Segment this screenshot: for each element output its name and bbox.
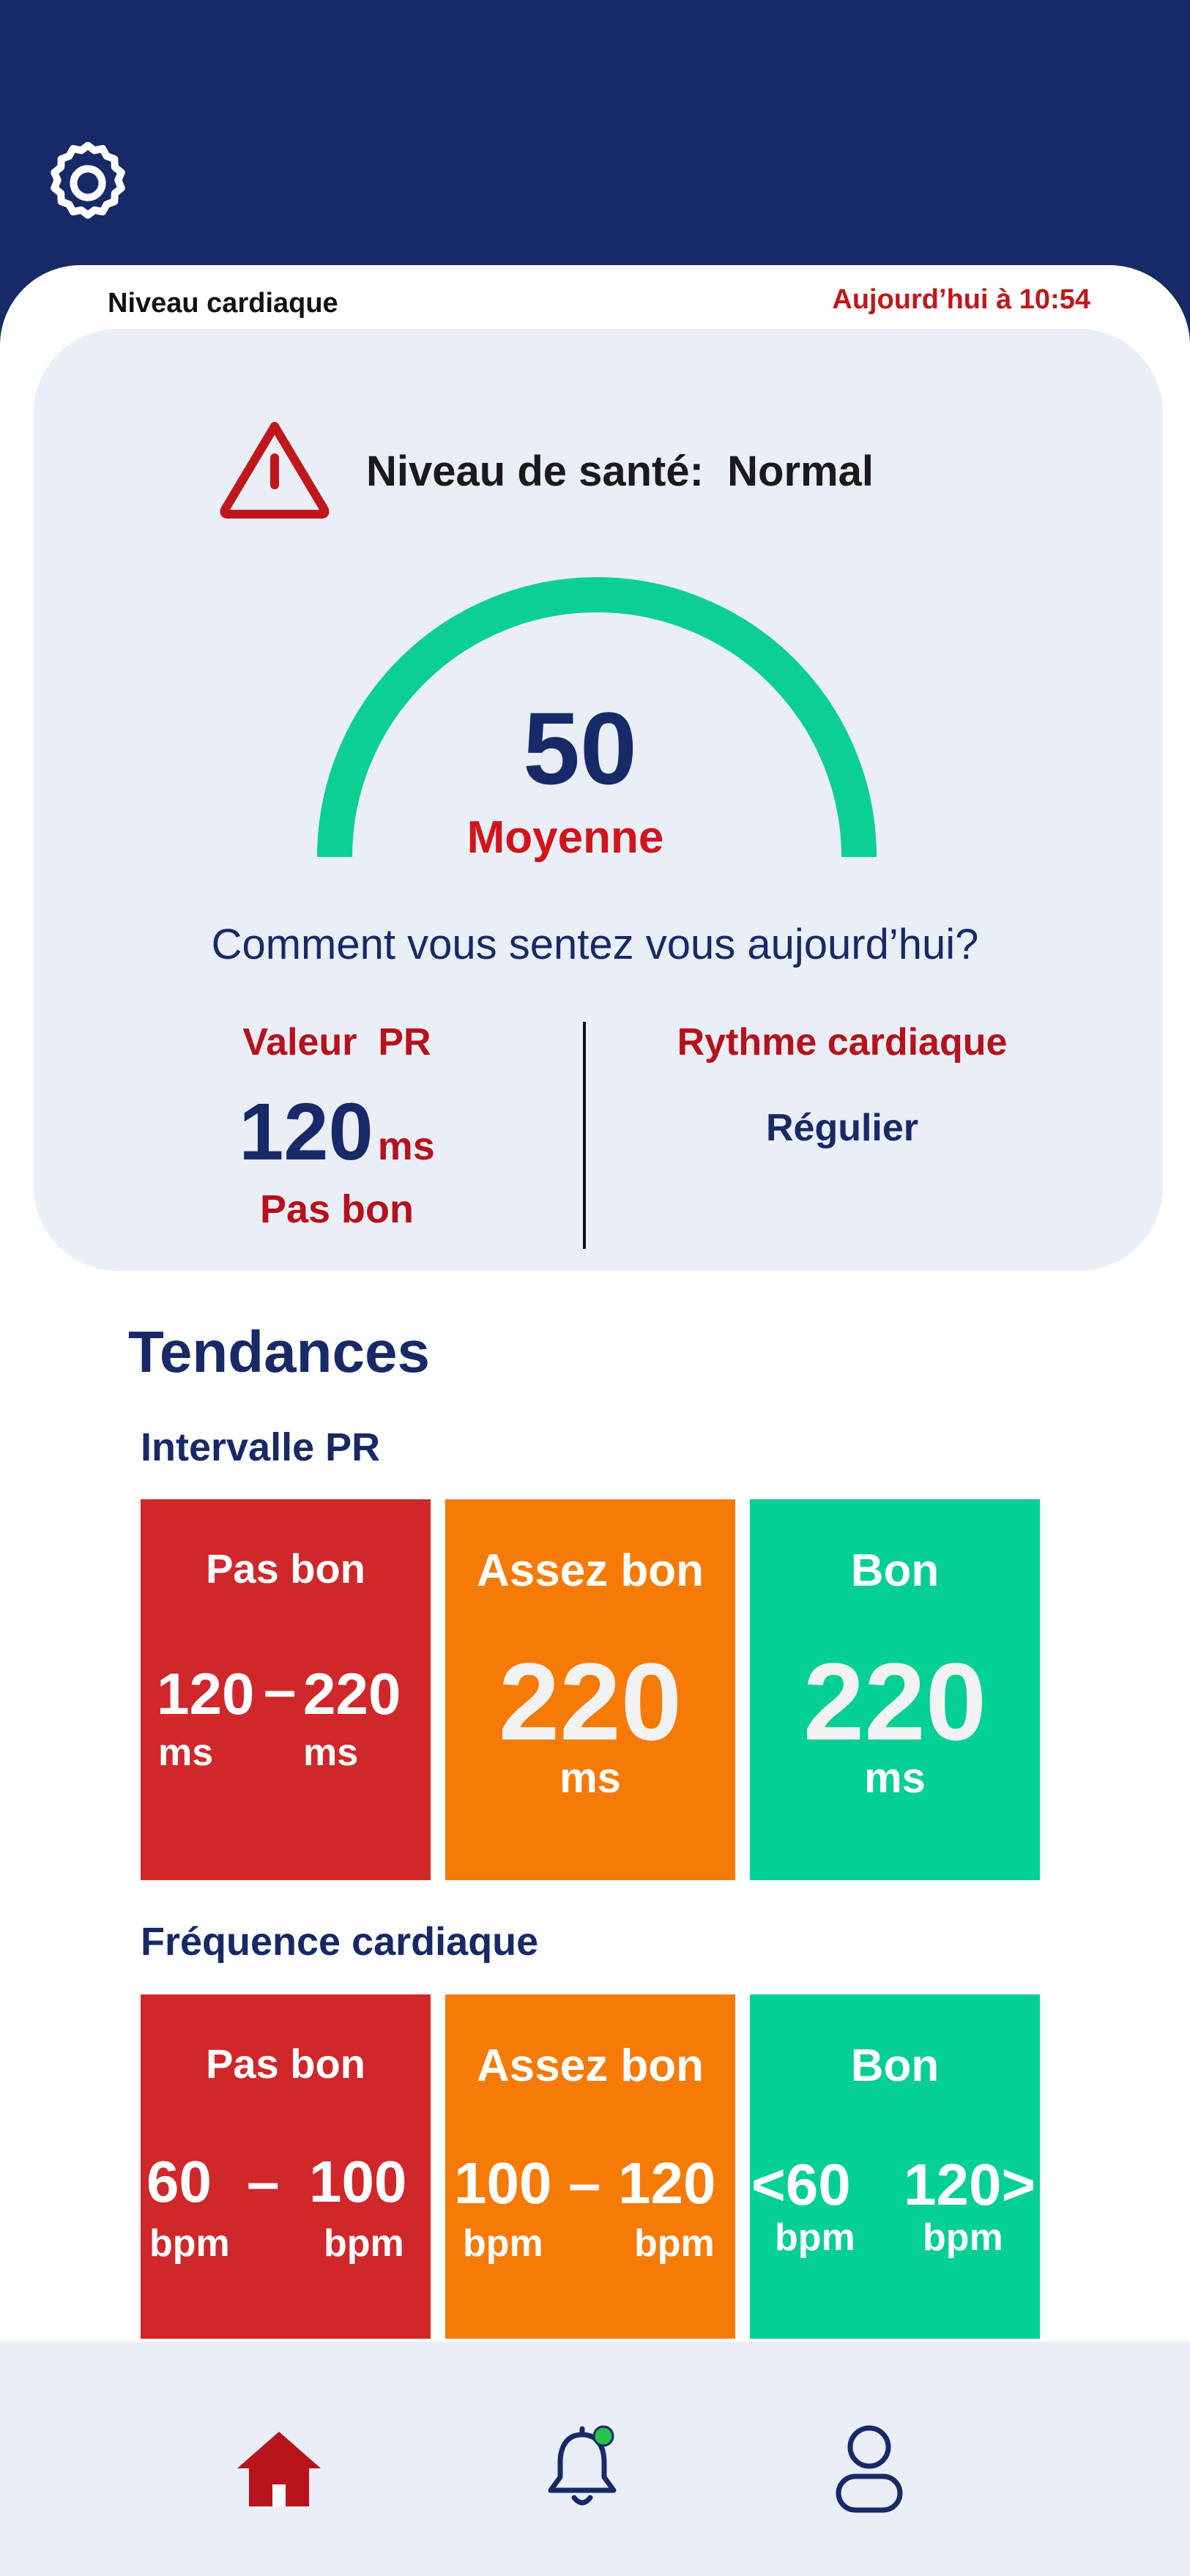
tile-range-dash: – — [568, 2150, 601, 2216]
tile-unit-from: ms — [158, 1731, 214, 1774]
gear-icon — [51, 141, 125, 219]
heart-rhythm-title: Rythme cardiaque — [677, 1021, 1008, 1064]
last-updated-timestamp: Aujourd’hui à 10:54 — [832, 284, 1090, 315]
tile-label: Bon — [850, 1545, 940, 1596]
settings-button[interactable] — [37, 132, 139, 234]
hr-tile-not-good[interactable]: Pas bon 60 – 100 bpm bpm — [141, 1994, 431, 2339]
tile-unit-from: bpm — [775, 2216, 855, 2259]
user-icon — [836, 2425, 903, 2513]
divider — [583, 1022, 586, 1249]
pr-tile-good[interactable]: Bon 220 ms — [750, 1499, 1040, 1880]
tile-range-dash: – — [247, 2149, 280, 2214]
notification-badge — [592, 2425, 614, 2447]
tile-label: Bon — [850, 2041, 940, 2091]
feeling-question-link[interactable]: Comment vous sentez vous aujourd’hui? — [0, 920, 1190, 969]
tile-range-to: 100 — [309, 2149, 407, 2214]
tile-value: 220 — [498, 1640, 683, 1763]
nav-profile-button[interactable] — [818, 2417, 921, 2520]
tile-range-dash: – — [264, 1657, 297, 1722]
trends-title: Tendances — [128, 1319, 430, 1384]
pr-interval-title: Intervalle PR — [141, 1425, 381, 1469]
tile-label: Assez bon — [476, 1545, 704, 1596]
tile-unit-to: bpm — [634, 2222, 715, 2265]
hr-tile-good[interactable]: Bon <60 120> bpm bpm — [750, 1994, 1040, 2339]
pr-value-number: 120 — [239, 1087, 373, 1177]
pr-tile-fairly-good[interactable]: Assez bon 220 ms — [445, 1499, 735, 1880]
tile-range-to: 220 — [303, 1661, 401, 1726]
bell-icon — [548, 2425, 617, 2506]
tile-unit-to: bpm — [324, 2222, 404, 2265]
pr-status: Pas bon — [259, 1187, 414, 1231]
gauge-label: Moyenne — [466, 812, 664, 863]
pr-tile-not-good[interactable]: Pas bon 120 – 220 ms ms — [141, 1499, 431, 1880]
tile-label: Pas bon — [206, 1545, 365, 1592]
tile-label: Assez bon — [476, 2041, 704, 2091]
tile-range-to: 120 — [618, 2150, 716, 2216]
tile-range-to: 120> — [904, 2152, 1036, 2217]
tile-unit-to: ms — [303, 1731, 359, 1774]
tile-value: 220 — [803, 1640, 987, 1763]
pr-value-unit: ms — [377, 1124, 435, 1168]
health-level-text: Niveau de santé: Normal — [366, 448, 874, 495]
tile-range-from: 120 — [157, 1661, 255, 1726]
tile-range-from: <60 — [751, 2152, 851, 2217]
pr-value-title: Valeur PR — [242, 1021, 431, 1064]
tile-unit: ms — [864, 1754, 926, 1802]
pr-value: 120 ms — [161, 1085, 513, 1178]
tile-range-from: 60 — [146, 2149, 212, 2214]
tile-unit-from: bpm — [149, 2222, 230, 2265]
heart-rate-title: Fréquence cardiaque — [141, 1920, 539, 1964]
hr-tile-fairly-good[interactable]: Assez bon 100 – 120 bpm bpm — [445, 1994, 735, 2339]
tile-unit: ms — [559, 1754, 621, 1802]
section-title: Niveau cardiaque — [108, 288, 338, 319]
warning-triangle-icon — [220, 422, 330, 519]
tile-range-from: 100 — [454, 2150, 552, 2216]
tile-unit-to: bpm — [923, 2216, 1003, 2259]
home-icon — [237, 2432, 321, 2506]
heart-rhythm-value: Régulier — [765, 1107, 919, 1149]
gauge-value: 50 — [523, 691, 637, 806]
nav-notifications-button[interactable] — [531, 2417, 633, 2520]
tile-label: Pas bon — [206, 2041, 365, 2087]
tile-unit-from: bpm — [463, 2222, 543, 2265]
nav-home-button[interactable] — [228, 2417, 330, 2520]
